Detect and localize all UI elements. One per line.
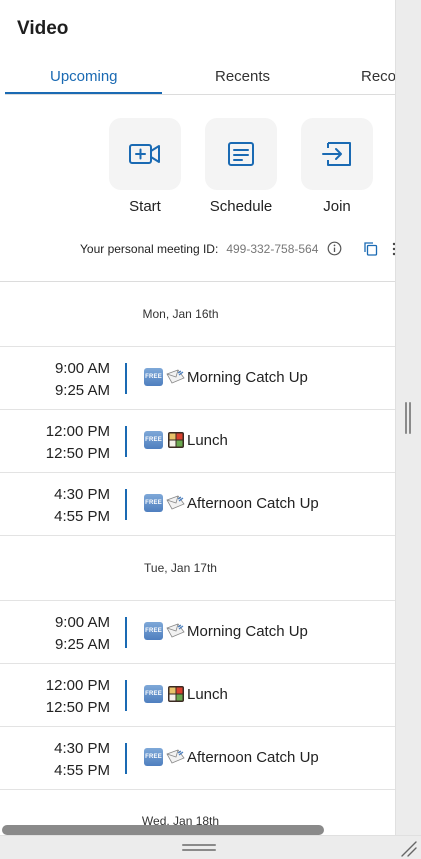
end-time: 4:55 PM [54,762,110,779]
meeting-title: FREE Morning Catch Up [144,622,308,640]
info-icon[interactable] [327,241,342,256]
horizontal-scrollbar[interactable] [2,825,324,835]
join-button[interactable]: Join [301,118,373,215]
quick-actions: Start Schedule Join [0,118,395,218]
meeting-title: FREE Afternoon Catch Up [144,494,319,512]
copy-icon[interactable] [363,241,378,256]
free-badge-icon: FREE [144,494,163,512]
join-label: Join [323,198,351,215]
calendar-list-icon [228,142,254,166]
start-time: 9:00 AM [54,614,110,631]
splitter-grip-icon[interactable] [405,402,411,434]
meeting-title: FREE Morning Catch Up [144,368,308,386]
end-time: 12:50 PM [45,699,110,716]
free-badge-icon: FREE [144,748,163,766]
meeting-accent-bar [125,489,127,520]
personal-meeting-id: Your personal meeting ID: 499-332-758-56… [80,241,318,257]
bottom-grip-icon[interactable] [182,844,216,851]
meeting-accent-bar [125,363,127,394]
end-time: 9:25 AM [54,382,110,399]
start-button[interactable]: Start [109,118,181,215]
date-header: Mon, Jan 16th [0,282,395,347]
free-badge-icon: FREE [144,368,163,386]
meeting-id-value: 499-332-758-564 [226,242,319,256]
date-header: Tue, Jan 17th [0,536,395,601]
schedule-tile[interactable] [205,118,277,190]
meeting-name: Afternoon Catch Up [187,494,319,512]
meeting-times: 4:30 PM 4:55 PM [0,738,110,782]
start-time: 4:30 PM [54,740,110,757]
envelope-icon [166,368,185,386]
free-badge-icon: FREE [144,685,163,703]
free-badge-icon: FREE [144,622,163,640]
end-time: 12:50 PM [45,445,110,462]
join-arrow-icon [322,142,351,166]
bento-box-icon [166,431,185,449]
meeting-row[interactable]: 12:00 PM 12:50 PM FREE Lunch [0,410,395,473]
meeting-title: FREE Afternoon Catch Up [144,748,319,766]
meeting-name: Lunch [187,685,228,703]
bento-box-icon [166,685,185,703]
meeting-accent-bar [125,617,127,648]
meeting-list: Mon, Jan 16th 9:00 AM 9:25 AM FREE Morni… [0,281,395,790]
start-tile[interactable] [109,118,181,190]
meeting-times: 9:00 AM 9:25 AM [0,612,110,656]
resize-corner-icon[interactable] [398,838,418,858]
meeting-times: 9:00 AM 9:25 AM [0,358,110,402]
end-time: 4:55 PM [54,508,110,525]
page-title: Video [17,18,69,39]
meeting-name: Afternoon Catch Up [187,748,319,766]
meeting-name: Lunch [187,431,228,449]
tab-upcoming[interactable]: Upcoming [50,68,118,85]
meeting-accent-bar [125,426,127,457]
meeting-times: 4:30 PM 4:55 PM [0,484,110,528]
start-label: Start [129,198,161,215]
meeting-name: Morning Catch Up [187,622,308,640]
envelope-icon [166,494,185,512]
start-time: 9:00 AM [54,360,110,377]
meeting-accent-bar [125,680,127,711]
start-time: 4:30 PM [54,486,110,503]
meeting-accent-bar [125,743,127,774]
start-time: 12:00 PM [45,423,110,440]
schedule-label: Schedule [209,198,273,215]
active-tab-indicator [5,92,162,94]
free-badge-icon: FREE [144,431,163,449]
tab-recordings[interactable]: Reco [361,68,395,85]
end-time: 9:25 AM [54,636,110,653]
meeting-row[interactable]: 9:00 AM 9:25 AM FREE Morning Catch Up [0,347,395,410]
meeting-title: FREE Lunch [144,685,228,703]
meeting-title: FREE Lunch [144,431,228,449]
video-plus-icon [129,144,160,164]
envelope-icon [166,622,185,640]
meeting-row[interactable]: 4:30 PM 4:55 PM FREE Afternoon Catch Up [0,727,395,790]
schedule-button[interactable]: Schedule [205,118,277,215]
meeting-row[interactable]: 12:00 PM 12:50 PM FREE Lunch [0,664,395,727]
video-panel: Video Upcoming Recents Reco Start Schedu… [0,0,395,835]
meeting-name: Morning Catch Up [187,368,308,386]
meeting-id-label: Your personal meeting ID: [80,242,219,256]
tab-recents[interactable]: Recents [215,68,270,85]
meeting-row[interactable]: 9:00 AM 9:25 AM FREE Morning Catch Up [0,601,395,664]
tab-bar: Upcoming Recents Reco [5,60,395,95]
meeting-times: 12:00 PM 12:50 PM [0,675,110,719]
video-app-window: Video Upcoming Recents Reco Start Schedu… [0,0,421,859]
start-time: 12:00 PM [45,677,110,694]
meeting-row[interactable]: 4:30 PM 4:55 PM FREE Afternoon Catch Up [0,473,395,536]
meeting-times: 12:00 PM 12:50 PM [0,421,110,465]
join-tile[interactable] [301,118,373,190]
envelope-icon [166,748,185,766]
